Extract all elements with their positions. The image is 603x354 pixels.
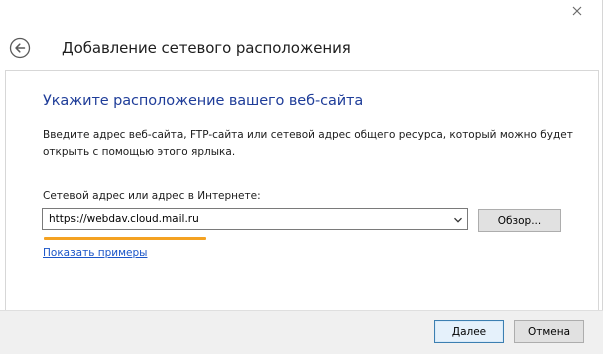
cancel-button[interactable]: Отмена [514,320,584,343]
section-title: Укажите расположение вашего веб-сайта [43,93,364,109]
add-network-location-wizard: Добавление сетевого расположения Укажите… [0,0,603,354]
browse-button[interactable]: Обзор... [478,209,561,232]
chevron-down-icon [454,217,462,223]
close-icon [572,6,582,16]
page-title: Добавление сетевого расположения [62,39,351,57]
wizard-footer: Далее Отмена [0,310,603,354]
wizard-header: Добавление сетевого расположения [0,22,603,72]
highlight-underline [44,237,206,240]
address-field-label: Сетевой адрес или адрес в Интернете: [43,190,261,202]
instruction-text: Введите адрес веб-сайта, FTP-сайта или с… [43,129,573,158]
show-examples-link[interactable]: Показать примеры [43,247,147,259]
address-input[interactable] [43,209,448,229]
close-button[interactable] [562,0,592,22]
address-combobox[interactable] [42,208,468,230]
next-button[interactable]: Далее [434,320,504,343]
dropdown-arrow-button[interactable] [451,212,465,226]
back-arrow-icon [9,37,31,59]
back-button[interactable] [9,37,31,59]
wizard-content: Укажите расположение вашего веб-сайта Вв… [5,70,599,310]
